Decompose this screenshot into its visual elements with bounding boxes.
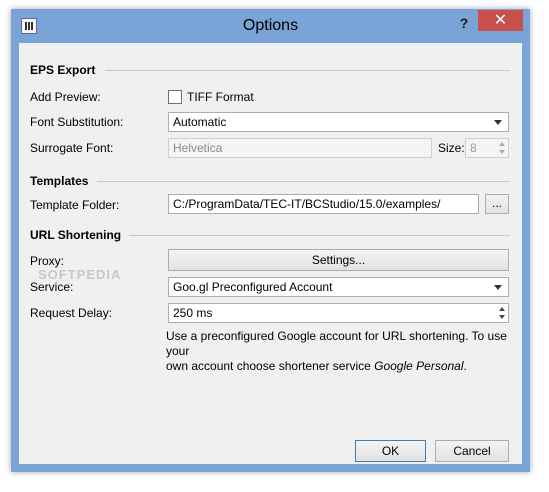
surrogate-font-label: Surrogate Font: [30,141,114,155]
shortener-help-text: Use a preconfigured Google account for U… [166,329,511,374]
tiff-format-checkbox[interactable] [168,90,182,104]
browse-button[interactable]: ... [485,194,509,214]
size-label: Size: [438,141,465,155]
chevron-down-icon [494,285,502,290]
chevron-down-icon [494,120,502,125]
font-substitution-label: Font Substitution: [30,115,124,129]
service-value: Goo.gl Preconfigured Account [173,280,333,294]
cancel-button[interactable]: Cancel [435,440,509,462]
tiff-format-label[interactable]: TIFF Format [187,90,254,104]
request-delay-spinbox[interactable]: 250 ms [168,303,509,323]
close-button[interactable]: ✕ [478,10,523,31]
template-folder-input[interactable]: C:/ProgramData/TEC-IT/BCStudio/15.0/exam… [168,194,479,214]
service-select[interactable]: Goo.gl Preconfigured Account [168,277,509,297]
proxy-settings-button[interactable]: Settings... [168,249,509,271]
close-icon: ✕ [493,12,508,29]
help-text-line-2: own account choose shortener service Goo… [166,359,467,373]
spin-down-icon[interactable] [499,150,505,154]
add-preview-label: Add Preview: [30,90,101,104]
softpedia-watermark: SOFTPEDIA [38,267,122,282]
service-label: Service: [30,280,74,294]
proxy-label: Proxy: [30,254,65,268]
eps-export-heading: EPS Export [30,63,96,77]
templates-divider [97,181,510,182]
request-delay-label: Request Delay: [30,306,113,320]
template-folder-label: Template Folder: [30,198,120,212]
spin-up-icon[interactable] [499,142,505,146]
eps-export-divider [105,70,510,71]
dialog-content: EPS Export Add Preview: TIFF Format Font… [19,43,522,464]
font-substitution-value: Automatic [173,115,227,129]
url-shortening-divider [129,235,510,236]
ok-button[interactable]: OK [355,440,426,462]
surrogate-font-input[interactable]: Helvetica [168,138,432,158]
help-text-line-1: Use a preconfigured Google account for U… [166,329,507,358]
font-substitution-select[interactable]: Automatic [168,112,509,132]
title-bar[interactable]: Options ? ✕ [11,9,530,43]
spin-up-icon[interactable] [499,307,505,311]
request-delay-value: 250 ms [173,306,213,320]
help-button[interactable]: ? [451,13,477,33]
url-shortening-heading: URL Shortening [30,228,122,242]
options-dialog: Options ? ✕ EPS Export Add Preview: TIFF… [11,9,530,472]
templates-heading: Templates [30,174,89,188]
size-spinbox[interactable]: 8 [465,138,509,158]
spin-down-icon[interactable] [499,315,505,319]
size-value: 8 [470,141,477,155]
